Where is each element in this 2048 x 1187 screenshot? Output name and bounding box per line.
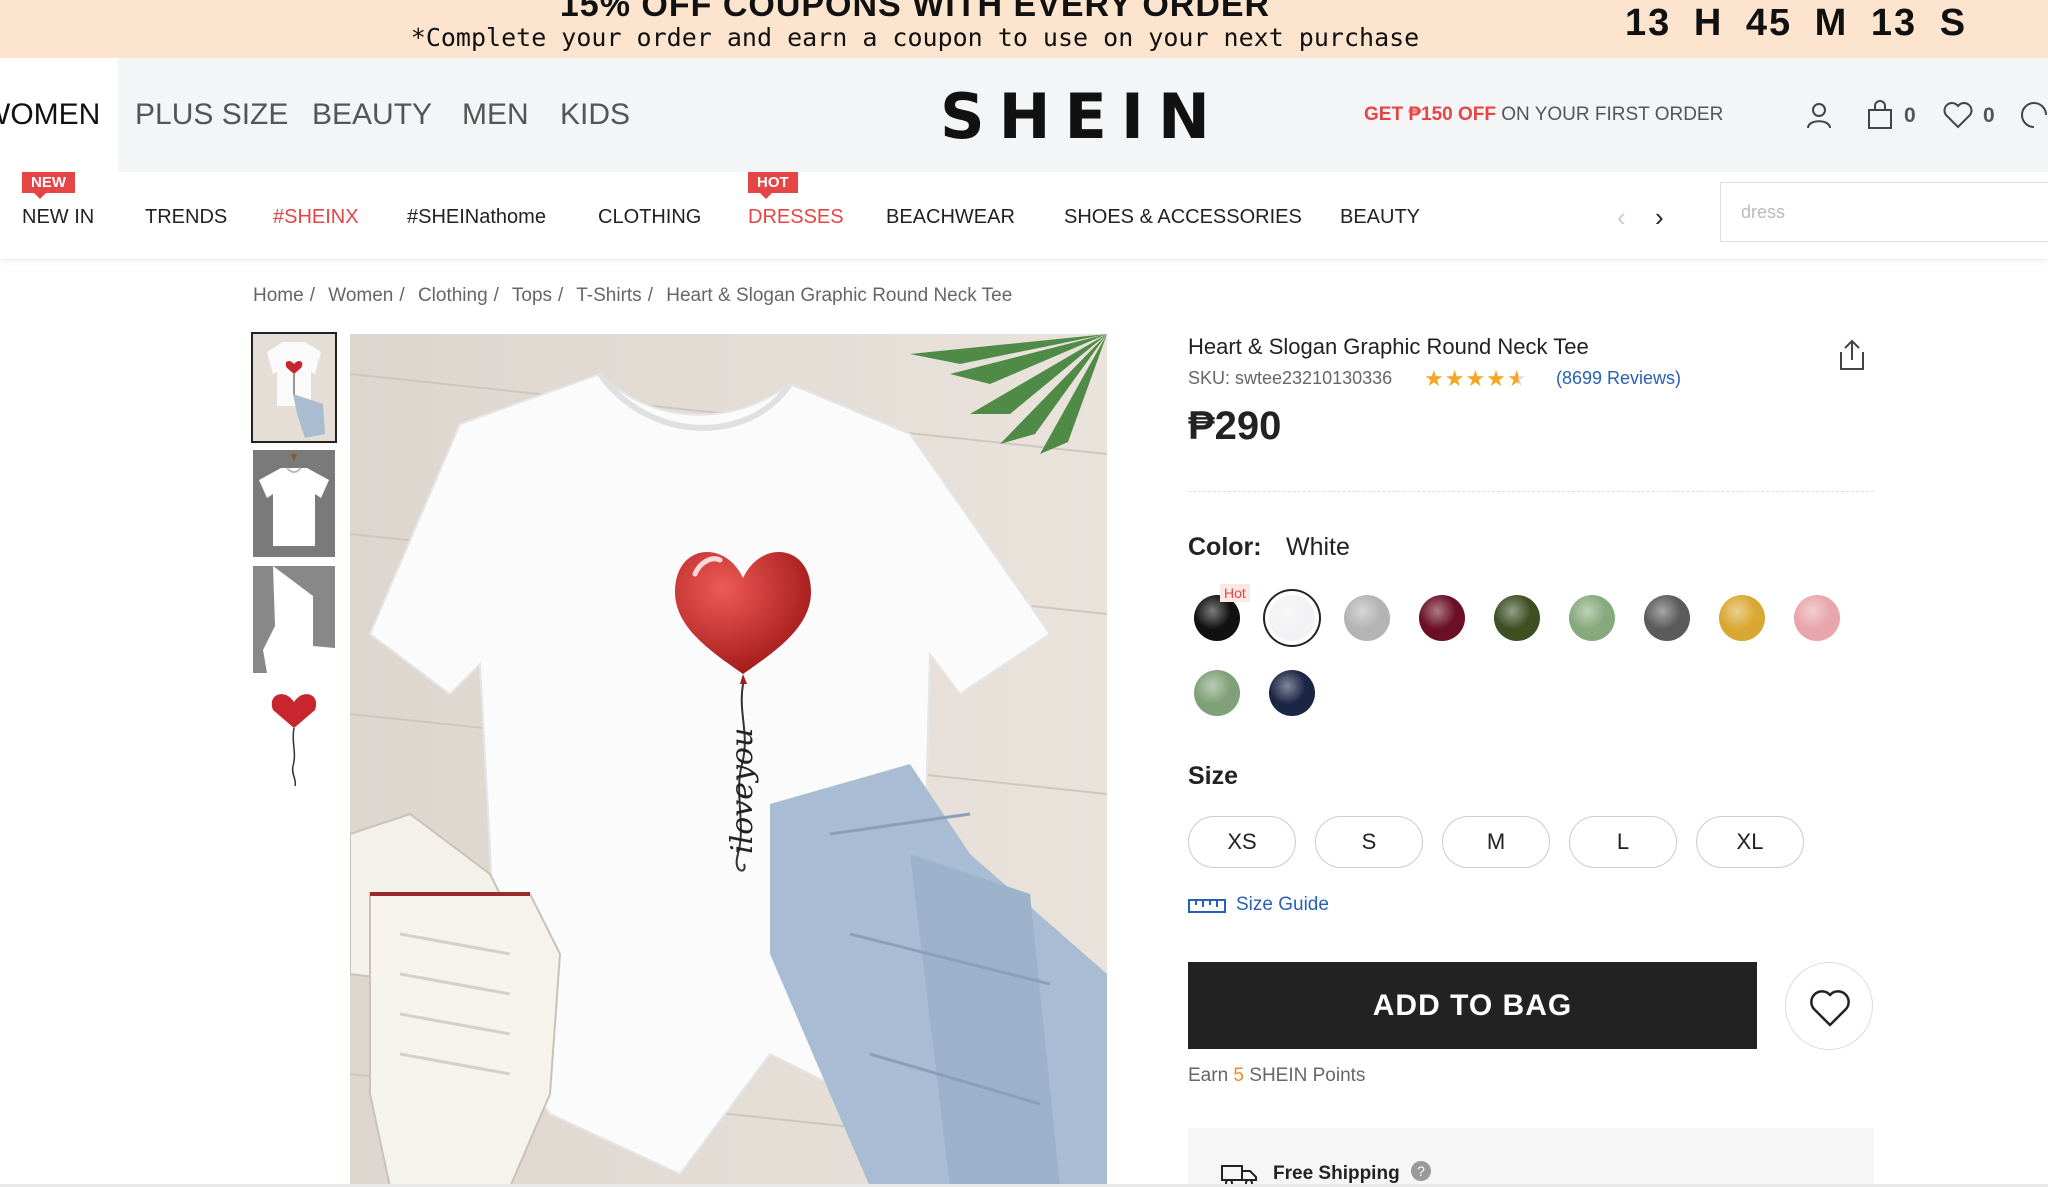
bag-icon[interactable] xyxy=(1866,100,1894,135)
swatch-grey[interactable] xyxy=(1344,595,1390,641)
hot-tag: HOT xyxy=(748,172,798,199)
points-value: 5 xyxy=(1233,1065,1244,1086)
sub-navigation: NEW HOT NEW IN TRENDS #SHEINX #SHEINatho… xyxy=(0,172,2048,260)
swatch-pink[interactable] xyxy=(1794,595,1840,641)
nav-sheinx[interactable]: #SHEINX xyxy=(273,206,359,229)
category-men[interactable]: MEN xyxy=(462,98,529,132)
nav-new-in[interactable]: NEW IN xyxy=(22,206,94,229)
thumbnail-4[interactable] xyxy=(253,682,335,789)
wishlist-count: 0 xyxy=(1983,104,1995,127)
nav-prev-arrow-icon[interactable]: ‹ xyxy=(1617,202,1626,233)
shirt-print-text: iloveyou xyxy=(725,728,760,854)
promo-subtitle: *Complete your order and earn a coupon t… xyxy=(410,23,1420,52)
product-sku: SKU: swtee23210130336 xyxy=(1188,368,1393,388)
rating-stars-icon: ★★★★★ xyxy=(1424,366,1528,391)
swatch-dark-grey[interactable] xyxy=(1644,595,1690,641)
color-label: Color: xyxy=(1188,533,1262,561)
category-women[interactable]: WOMEN xyxy=(0,98,100,132)
nav-beachwear[interactable]: BEACHWEAR xyxy=(886,206,1015,229)
countdown-timer: 13 H 45 M 13 S xyxy=(1625,2,1968,44)
divider xyxy=(1188,491,1874,492)
first-order-offer[interactable]: GET ₱150 OFF ON YOUR FIRST ORDER xyxy=(1364,104,1723,126)
swatch-army-green[interactable] xyxy=(1494,595,1540,641)
nav-beauty[interactable]: BEAUTY xyxy=(1340,206,1420,229)
thumbnail-1[interactable] xyxy=(251,332,337,443)
nav-trends[interactable]: TRENDS xyxy=(145,206,227,229)
offer-highlight: GET ₱150 OFF xyxy=(1364,104,1496,125)
category-kids[interactable]: KIDS xyxy=(560,98,630,132)
swatch-navy[interactable] xyxy=(1269,670,1315,716)
size-label: Size xyxy=(1188,762,1239,790)
crumb-home[interactable]: Home xyxy=(253,285,304,306)
swatch-white[interactable] xyxy=(1269,595,1315,641)
crumb-current: Heart & Slogan Graphic Round Neck Tee xyxy=(666,285,1013,306)
chat-icon[interactable] xyxy=(2020,100,2048,135)
product-price: ₱290 xyxy=(1188,404,1282,448)
crumb-women[interactable]: Women xyxy=(328,285,393,306)
points-info: Earn 5 SHEIN Points xyxy=(1188,1065,1365,1087)
bag-count: 0 xyxy=(1904,104,1916,127)
swatch-mustard[interactable] xyxy=(1719,595,1765,641)
product-title: Heart & Slogan Graphic Round Neck Tee xyxy=(1188,334,1589,359)
main-header: WOMEN PLUS SIZE BEAUTY MEN KIDS SHEIN GE… xyxy=(0,58,2048,172)
wishlist-icon[interactable] xyxy=(1942,100,1974,135)
nav-clothing[interactable]: CLOTHING xyxy=(598,206,701,229)
ruler-icon xyxy=(1188,898,1226,919)
promo-banner: 15% OFF COUPONS WITH EVERY ORDER *Comple… xyxy=(0,0,2048,58)
shein-logo[interactable]: SHEIN xyxy=(940,80,1224,153)
nav-dresses[interactable]: DRESSES xyxy=(748,206,844,229)
points-prefix: Earn xyxy=(1188,1065,1234,1086)
help-icon[interactable]: ? xyxy=(1411,1161,1431,1181)
new-tag: NEW xyxy=(22,172,75,199)
crumb-clothing[interactable]: Clothing xyxy=(418,285,488,306)
size-l-button[interactable]: L xyxy=(1569,816,1677,868)
hot-badge: Hot xyxy=(1220,584,1250,602)
promo-title: 15% OFF COUPONS WITH EVERY ORDER xyxy=(559,0,1271,24)
thumbnail-3[interactable] xyxy=(253,566,335,673)
heart-icon xyxy=(1810,990,1850,1027)
add-to-bag-button[interactable]: ADD TO BAG xyxy=(1188,962,1757,1049)
size-s-button[interactable]: S xyxy=(1315,816,1423,868)
points-suffix: SHEIN Points xyxy=(1244,1065,1366,1086)
offer-text: ON YOUR FIRST ORDER xyxy=(1495,104,1724,125)
account-icon[interactable] xyxy=(1804,100,1834,135)
thumbnail-2[interactable] xyxy=(253,450,335,557)
share-icon[interactable] xyxy=(1837,338,1867,377)
size-guide-link[interactable]: Size Guide xyxy=(1236,894,1329,916)
swatch-sage[interactable] xyxy=(1194,670,1240,716)
search-input[interactable] xyxy=(1720,182,2048,242)
size-m-button[interactable]: M xyxy=(1442,816,1550,868)
product-main-image[interactable]: iloveyou xyxy=(350,334,1107,1187)
category-plus-size[interactable]: PLUS SIZE xyxy=(135,98,288,132)
nav-sheinathome[interactable]: #SHEINathome xyxy=(407,206,546,229)
wishlist-button[interactable] xyxy=(1785,962,1873,1050)
color-value: White xyxy=(1286,533,1350,561)
breadcrumb: Home / Women / Clothing / Tops / T-Shirts / H… xyxy=(253,285,1013,306)
nav-shoes-accessories[interactable]: SHOES & ACCESSORIES xyxy=(1064,206,1302,229)
reviews-link[interactable]: (8699 Reviews) xyxy=(1556,368,1681,389)
swatch-burgundy[interactable] xyxy=(1419,595,1465,641)
category-beauty[interactable]: BEAUTY xyxy=(312,98,432,132)
size-xl-button[interactable]: XL xyxy=(1696,816,1804,868)
nav-next-arrow-icon[interactable]: › xyxy=(1655,202,1664,233)
free-shipping-label: Free Shipping xyxy=(1273,1163,1400,1184)
crumb-tops[interactable]: Tops xyxy=(512,285,552,306)
crumb-t-shirts[interactable]: T-Shirts xyxy=(576,285,641,306)
size-xs-button[interactable]: XS xyxy=(1188,816,1296,868)
swatch-mint-green[interactable] xyxy=(1569,595,1615,641)
